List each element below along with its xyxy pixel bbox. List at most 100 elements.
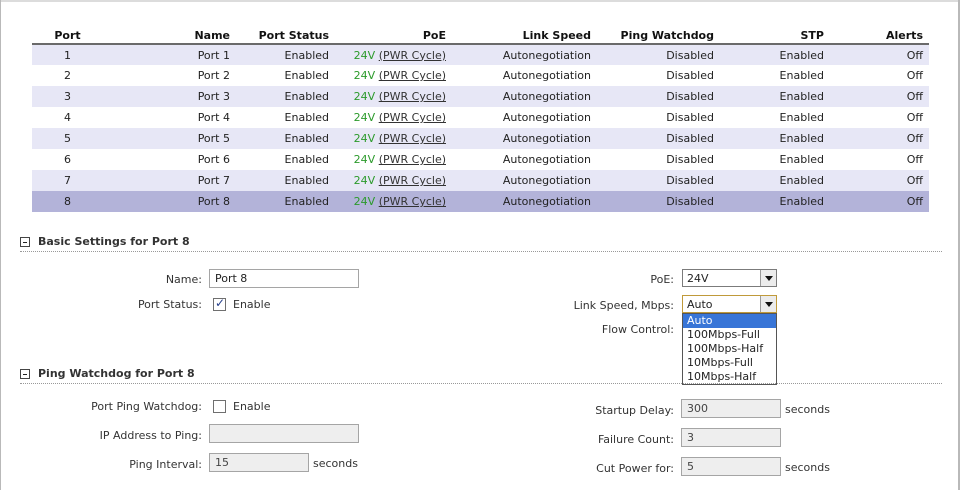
pwr-cycle-link[interactable]: (PWR Cycle) — [379, 195, 446, 208]
cell-port: 2 — [32, 65, 103, 86]
cell-name: Port 2 — [103, 65, 236, 86]
cell-ping-watchdog: Disabled — [597, 191, 720, 212]
cell-port-status: Enabled — [236, 65, 335, 86]
chevron-down-icon[interactable] — [760, 296, 776, 312]
col-header-link-speed[interactable]: Link Speed — [452, 27, 597, 45]
cell-poe: 24V (PWR Cycle) — [335, 191, 452, 212]
cell-link-speed: Autonegotiation — [452, 170, 597, 191]
cell-ping-watchdog: Disabled — [597, 65, 720, 86]
cell-link-speed: Autonegotiation — [452, 128, 597, 149]
cell-port-status: Enabled — [236, 86, 335, 107]
cell-alerts: Off — [830, 170, 929, 191]
cell-stp: Enabled — [720, 107, 830, 128]
cell-stp: Enabled — [720, 170, 830, 191]
cell-name: Port 5 — [103, 128, 236, 149]
cell-poe: 24V (PWR Cycle) — [335, 170, 452, 191]
ports-table: Port Name Port Status PoE Link Speed Pin… — [32, 27, 929, 212]
cell-stp: Enabled — [720, 44, 830, 65]
startup-delay-input[interactable] — [681, 399, 781, 418]
table-header-row: Port Name Port Status PoE Link Speed Pin… — [32, 27, 929, 45]
cell-poe: 24V (PWR Cycle) — [335, 44, 452, 65]
table-row[interactable]: 4 Port 4 Enabled 24V (PWR Cycle) Autonegotia… — [32, 107, 929, 128]
cell-name: Port 7 — [103, 170, 236, 191]
cell-port-status: Enabled — [236, 44, 335, 65]
pwr-cycle-link[interactable]: (PWR Cycle) — [379, 69, 446, 82]
cell-stp: Enabled — [720, 65, 830, 86]
ip-address-input[interactable] — [209, 424, 359, 443]
cut-power-input[interactable] — [681, 457, 781, 476]
ip-address-label: IP Address to Ping: — [99, 429, 202, 442]
cell-ping-watchdog: Disabled — [597, 128, 720, 149]
cell-stp: Enabled — [720, 86, 830, 107]
pwr-cycle-link[interactable]: (PWR Cycle) — [379, 132, 446, 145]
cell-ping-watchdog: Disabled — [597, 107, 720, 128]
cell-link-speed: Autonegotiation — [452, 191, 597, 212]
ping-watchdog-enable-checkbox[interactable] — [213, 400, 226, 413]
port-status-enable-checkbox[interactable] — [213, 296, 226, 311]
cell-alerts: Off — [830, 191, 929, 212]
table-row[interactable]: 5 Port 5 Enabled 24V (PWR Cycle) Autonegotia… — [32, 128, 929, 149]
port-status-label: Port Status: — [137, 298, 202, 311]
cell-alerts: Off — [830, 65, 929, 86]
col-header-port[interactable]: Port — [32, 27, 103, 45]
cell-port: 8 — [32, 191, 103, 212]
pwr-cycle-link[interactable]: (PWR Cycle) — [379, 111, 446, 124]
dropdown-option-100mbps-full[interactable]: 100Mbps-Full — [683, 328, 776, 342]
name-label: Name: — [165, 273, 202, 286]
table-row[interactable]: 8 Port 8 Enabled 24V (PWR Cycle) Autonegotia… — [32, 191, 929, 212]
chevron-down-icon[interactable] — [760, 270, 776, 286]
collapse-basic-settings-icon[interactable] — [20, 237, 30, 247]
col-header-name[interactable]: Name — [103, 27, 236, 45]
pwr-cycle-link[interactable]: (PWR Cycle) — [379, 49, 446, 62]
poe-voltage: 24V — [353, 90, 376, 103]
poe-voltage: 24V — [353, 69, 376, 82]
cell-link-speed: Autonegotiation — [452, 149, 597, 170]
link-speed-select-value: Auto — [687, 298, 713, 311]
dropdown-option-100mbps-half[interactable]: 100Mbps-Half — [683, 342, 776, 356]
col-header-ping-watchdog[interactable]: Ping Watchdog — [597, 27, 720, 45]
dropdown-option-auto[interactable]: Auto — [683, 314, 776, 328]
pwr-cycle-link[interactable]: (PWR Cycle) — [379, 90, 446, 103]
table-row[interactable]: 6 Port 6 Enabled 24V (PWR Cycle) Autonegotia… — [32, 149, 929, 170]
cell-alerts: Off — [830, 86, 929, 107]
cell-link-speed: Autonegotiation — [452, 44, 597, 65]
port-name-input[interactable] — [209, 269, 359, 288]
cell-port: 7 — [32, 170, 103, 191]
poe-voltage: 24V — [353, 174, 376, 187]
cell-alerts: Off — [830, 149, 929, 170]
failure-count-label: Failure Count: — [597, 433, 674, 446]
poe-label: PoE: — [650, 273, 674, 286]
cell-name: Port 1 — [103, 44, 236, 65]
table-row[interactable]: 2 Port 2 Enabled 24V (PWR Cycle) Autonegotia… — [32, 65, 929, 86]
poe-select[interactable]: 24V — [682, 269, 777, 287]
ping-interval-input[interactable] — [209, 453, 309, 472]
poe-voltage: 24V — [353, 132, 376, 145]
cell-name: Port 4 — [103, 107, 236, 128]
link-speed-select[interactable]: Auto — [682, 295, 777, 313]
col-header-port-status[interactable]: Port Status — [236, 27, 335, 45]
pwr-cycle-link[interactable]: (PWR Cycle) — [379, 174, 446, 187]
cut-power-unit: seconds — [785, 461, 830, 474]
link-speed-label: Link Speed, Mbps: — [573, 299, 674, 312]
table-row[interactable]: 3 Port 3 Enabled 24V (PWR Cycle) Autonegotia… — [32, 86, 929, 107]
cell-poe: 24V (PWR Cycle) — [335, 128, 452, 149]
port-ping-watchdog-label: Port Ping Watchdog: — [91, 400, 202, 413]
col-header-poe[interactable]: PoE — [335, 27, 452, 45]
cell-port: 4 — [32, 107, 103, 128]
col-header-alerts[interactable]: Alerts — [830, 27, 929, 45]
table-row[interactable]: 7 Port 7 Enabled 24V (PWR Cycle) Autonegotia… — [32, 170, 929, 191]
failure-count-input[interactable] — [681, 428, 781, 447]
cell-poe: 24V (PWR Cycle) — [335, 149, 452, 170]
ping-watchdog-enable-label: Enable — [233, 400, 271, 413]
col-header-stp[interactable]: STP — [720, 27, 830, 45]
cell-name: Port 6 — [103, 149, 236, 170]
cell-port: 1 — [32, 44, 103, 65]
collapse-ping-watchdog-icon[interactable] — [20, 369, 30, 379]
startup-delay-unit: seconds — [785, 403, 830, 416]
table-row[interactable]: 1 Port 1 Enabled 24V (PWR Cycle) Autonegotia… — [32, 44, 929, 65]
startup-delay-label: Startup Delay: — [595, 404, 674, 417]
pwr-cycle-link[interactable]: (PWR Cycle) — [379, 153, 446, 166]
cell-name: Port 3 — [103, 86, 236, 107]
cut-power-label: Cut Power for: — [596, 462, 674, 475]
basic-settings-section-header: Basic Settings for Port 8 — [20, 234, 942, 252]
